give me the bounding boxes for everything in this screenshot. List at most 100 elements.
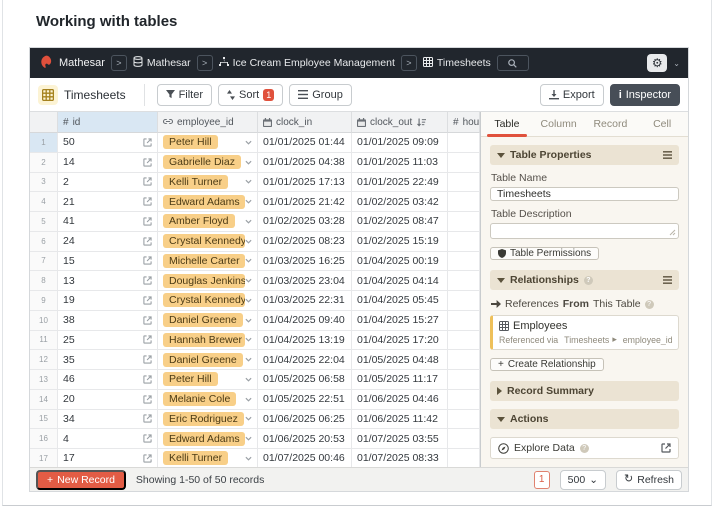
- open-record-icon[interactable]: [143, 138, 152, 147]
- clock-in-cell[interactable]: 01/05/2025 22:51: [258, 390, 352, 410]
- page-number[interactable]: 1: [534, 471, 550, 489]
- open-record-icon[interactable]: [143, 414, 152, 423]
- clock-out-cell[interactable]: 01/02/2025 15:19: [352, 232, 448, 252]
- row-number-cell[interactable]: 5: [30, 212, 58, 232]
- brand[interactable]: Mathesar: [38, 54, 105, 73]
- chevron-down-icon[interactable]: [245, 219, 252, 224]
- employee-cell[interactable]: Hannah Brewer: [158, 331, 258, 351]
- row-number-cell[interactable]: 7: [30, 252, 58, 272]
- clock-out-cell[interactable]: 01/02/2025 03:42: [352, 192, 448, 212]
- clock-out-cell[interactable]: 01/02/2025 08:47: [352, 212, 448, 232]
- clock-in-cell[interactable]: 01/02/2025 03:28: [258, 212, 352, 232]
- clock-out-cell[interactable]: 01/05/2025 11:17: [352, 370, 448, 390]
- clock-out-cell[interactable]: 01/05/2025 04:48: [352, 350, 448, 370]
- filter-button[interactable]: Filter: [157, 84, 212, 106]
- row-number-cell[interactable]: 10: [30, 311, 58, 331]
- table-name-input[interactable]: Timesheets: [490, 187, 679, 201]
- export-button[interactable]: Export: [540, 84, 604, 106]
- employee-cell[interactable]: Gabrielle Diaz: [158, 153, 258, 173]
- id-cell[interactable]: 17: [58, 449, 158, 467]
- hours-cell[interactable]: [448, 173, 480, 193]
- hours-cell[interactable]: [448, 212, 480, 232]
- open-record-icon[interactable]: [143, 177, 152, 186]
- hours-cell[interactable]: [448, 370, 480, 390]
- clock-out-cell[interactable]: 01/07/2025 08:33: [352, 449, 448, 467]
- open-record-icon[interactable]: [143, 158, 152, 167]
- id-cell[interactable]: 35: [58, 350, 158, 370]
- row-number-cell[interactable]: 8: [30, 271, 58, 291]
- refresh-button[interactable]: ↻ Refresh: [616, 470, 682, 490]
- clock-in-cell[interactable]: 01/02/2025 08:23: [258, 232, 352, 252]
- row-number-cell[interactable]: 3: [30, 173, 58, 193]
- row-number-cell[interactable]: 2: [30, 153, 58, 173]
- open-record-icon[interactable]: [143, 296, 152, 305]
- employee-cell[interactable]: Crystal Kennedy: [158, 291, 258, 311]
- id-cell[interactable]: 14: [58, 153, 158, 173]
- open-record-icon[interactable]: [143, 395, 152, 404]
- chevron-down-icon[interactable]: [245, 298, 252, 303]
- search-button[interactable]: [497, 55, 529, 71]
- relationship-card-employees[interactable]: Employees Referenced via Timesheets ▸ em…: [490, 315, 679, 350]
- hours-cell[interactable]: [448, 311, 480, 331]
- clock-out-cell[interactable]: 01/01/2025 22:49: [352, 173, 448, 193]
- employee-cell[interactable]: Daniel Greene: [158, 350, 258, 370]
- clock-in-cell[interactable]: 01/01/2025 17:13: [258, 173, 352, 193]
- clock-out-cell[interactable]: 01/04/2025 00:19: [352, 252, 448, 272]
- chevron-down-icon[interactable]: [245, 357, 252, 362]
- open-record-icon[interactable]: [143, 256, 152, 265]
- row-number-cell[interactable]: 13: [30, 370, 58, 390]
- chevron-down-icon[interactable]: [245, 179, 252, 184]
- employee-cell[interactable]: Peter Hill: [158, 370, 258, 390]
- row-number-cell[interactable]: 4: [30, 192, 58, 212]
- chevron-down-icon[interactable]: [245, 416, 252, 421]
- id-cell[interactable]: 38: [58, 311, 158, 331]
- clock-in-cell[interactable]: 01/01/2025 04:38: [258, 153, 352, 173]
- id-cell[interactable]: 15: [58, 252, 158, 272]
- clock-out-cell[interactable]: 01/01/2025 11:03: [352, 153, 448, 173]
- chevron-down-icon[interactable]: [245, 318, 252, 323]
- open-record-icon[interactable]: [143, 316, 152, 325]
- open-record-icon[interactable]: [143, 237, 152, 246]
- page-size-select[interactable]: 500 ⌄: [560, 470, 606, 490]
- clock-out-cell[interactable]: 01/07/2025 03:55: [352, 429, 448, 449]
- table-permissions-button[interactable]: Table Permissions: [490, 247, 599, 260]
- clock-out-cell[interactable]: 01/04/2025 15:27: [352, 311, 448, 331]
- sort-button[interactable]: Sort 1: [218, 84, 283, 106]
- open-record-icon[interactable]: [143, 276, 152, 285]
- row-number-cell[interactable]: 9: [30, 291, 58, 311]
- breadcrumb-chevron-2[interactable]: >: [197, 55, 213, 71]
- breadcrumb-chevron-3[interactable]: >: [401, 55, 417, 71]
- clock-out-cell[interactable]: 01/01/2025 09:09: [352, 133, 448, 153]
- chevron-down-icon[interactable]: [245, 258, 252, 263]
- hours-cell[interactable]: [448, 133, 480, 153]
- hours-cell[interactable]: [448, 390, 480, 410]
- open-record-icon[interactable]: [143, 375, 152, 384]
- chevron-down-icon[interactable]: [245, 397, 252, 402]
- id-cell[interactable]: 41: [58, 212, 158, 232]
- clock-in-cell[interactable]: 01/06/2025 20:53: [258, 429, 352, 449]
- hours-cell[interactable]: [448, 449, 480, 467]
- hours-cell[interactable]: [448, 291, 480, 311]
- id-cell[interactable]: 25: [58, 331, 158, 351]
- hours-cell[interactable]: [448, 252, 480, 272]
- settings-caret-icon[interactable]: ⌄: [673, 59, 680, 68]
- hours-cell[interactable]: [448, 232, 480, 252]
- employee-cell[interactable]: Douglas Jenkins: [158, 271, 258, 291]
- explore-data-button[interactable]: Explore Data ?: [490, 437, 679, 459]
- employee-cell[interactable]: Crystal Kennedy: [158, 232, 258, 252]
- chevron-down-icon[interactable]: [245, 337, 252, 342]
- clock-in-cell[interactable]: 01/07/2025 00:46: [258, 449, 352, 467]
- group-button[interactable]: Group: [289, 84, 352, 106]
- table-description-input[interactable]: [490, 223, 679, 239]
- employee-cell[interactable]: Daniel Greene: [158, 311, 258, 331]
- id-cell[interactable]: 34: [58, 410, 158, 430]
- id-cell[interactable]: 19: [58, 291, 158, 311]
- hours-cell[interactable]: [448, 410, 480, 430]
- clock-in-cell[interactable]: 01/03/2025 22:31: [258, 291, 352, 311]
- clock-in-cell[interactable]: 01/04/2025 13:19: [258, 331, 352, 351]
- open-record-icon[interactable]: [143, 217, 152, 226]
- clock-out-cell[interactable]: 01/04/2025 17:20: [352, 331, 448, 351]
- chevron-down-icon[interactable]: [245, 160, 252, 165]
- employee-cell[interactable]: Melanie Cole: [158, 390, 258, 410]
- chevron-down-icon[interactable]: [245, 140, 252, 145]
